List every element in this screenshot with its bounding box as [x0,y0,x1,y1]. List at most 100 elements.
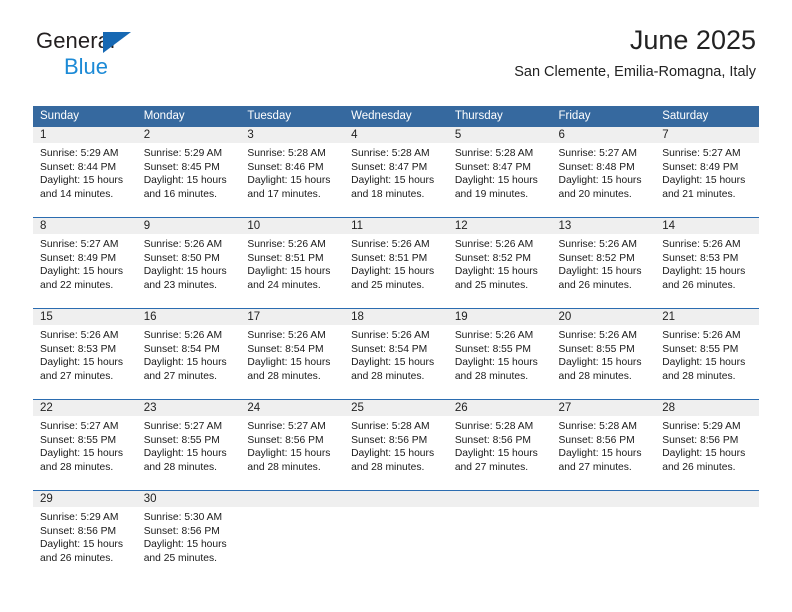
calendar-day-cell[interactable]: 9 Sunrise: 5:26 AM Sunset: 8:50 PM Daylight… [136,217,241,309]
calendar-empty-cell [344,490,448,581]
calendar-day-cell[interactable]: 8 Sunrise: 5:27 AM Sunset: 8:49 PM Daylight… [33,217,137,309]
sunset-text: Sunset: 8:47 PM [454,161,531,173]
day-details: Sunrise: 5:28 AM Sunset: 8:56 PM Daylight:… [552,416,656,474]
calendar-day-cell[interactable]: 7 Sunrise: 5:27 AM Sunset: 8:49 PM Daylight… [655,127,759,218]
day-details: Sunrise: 5:26 AM Sunset: 8:53 PM Daylight:… [655,234,759,292]
daylight-text: Daylight: 15 hours and 16 minutes. [143,175,227,200]
daylight-text: Daylight: 15 hours and 28 minutes. [351,357,435,382]
title-block: June 2025 San Clemente, Emilia-Romagna, … [514,26,756,81]
calendar-day-cell[interactable]: 22 Sunrise: 5:27 AM Sunset: 8:55 PM Dayligh… [33,399,137,491]
calendar-day-cell[interactable]: 28 Sunrise: 5:29 AM Sunset: 8:56 PM Dayligh… [655,399,759,491]
calendar-day-cell[interactable]: 24 Sunrise: 5:27 AM Sunset: 8:56 PM Dayligh… [240,399,345,491]
sunrise-text: Sunrise: 5:26 AM [40,330,119,341]
day-number: 20 [551,309,656,325]
calendar-day-cell[interactable]: 19 Sunrise: 5:26 AM Sunset: 8:55 PM Dayligh… [447,308,552,400]
day-number: 9 [136,218,241,234]
day-details: Sunrise: 5:26 AM Sunset: 8:55 PM Daylight:… [655,325,759,383]
sunset-text: Sunset: 8:55 PM [558,343,635,355]
calendar-day-cell[interactable]: 6 Sunrise: 5:27 AM Sunset: 8:48 PM Daylight… [551,127,656,218]
day-number: 29 [33,491,137,507]
calendar-day-cell[interactable]: 27 Sunrise: 5:28 AM Sunset: 8:56 PM Dayligh… [551,399,656,491]
day-number: 5 [447,127,552,143]
calendar-day-cell[interactable]: 5 Sunrise: 5:28 AM Sunset: 8:47 PM Daylight… [447,127,552,218]
sunrise-text: Sunrise: 5:26 AM [143,239,223,250]
day-details: Sunrise: 5:26 AM Sunset: 8:51 PM Daylight:… [344,234,448,292]
weekday-header-monday: Monday [136,106,241,127]
weekday-header-tuesday: Tuesday [240,106,345,127]
day-details: Sunrise: 5:27 AM Sunset: 8:56 PM Daylight:… [240,416,344,474]
calendar-day-cell[interactable]: 1 Sunrise: 5:29 AM Sunset: 8:44 PM Daylight… [33,127,137,218]
calendar-day-cell[interactable]: 21 Sunrise: 5:26 AM Sunset: 8:55 PM Dayligh… [655,308,759,400]
sunrise-text: Sunrise: 5:26 AM [454,330,534,341]
sunrise-text: Sunrise: 5:29 AM [40,148,119,159]
daylight-text: Daylight: 15 hours and 26 minutes. [558,266,642,291]
sunrise-text: Sunrise: 5:27 AM [143,421,223,432]
day-number: 6 [551,127,656,143]
daylight-text: Daylight: 15 hours and 26 minutes. [662,266,746,291]
sunset-text: Sunset: 8:54 PM [247,343,324,355]
daylight-text: Daylight: 15 hours and 25 minutes. [454,266,538,291]
daylight-text: Daylight: 15 hours and 27 minutes. [143,357,227,382]
day-details: Sunrise: 5:26 AM Sunset: 8:54 PM Daylight:… [240,325,344,383]
weekday-header-wednesday: Wednesday [344,106,448,127]
calendar-day-cell[interactable]: 11 Sunrise: 5:26 AM Sunset: 8:51 PM Dayligh… [344,217,448,309]
calendar-day-cell[interactable]: 29 Sunrise: 5:29 AM Sunset: 8:56 PM Dayligh… [33,490,137,581]
calendar-day-cell[interactable]: 3 Sunrise: 5:28 AM Sunset: 8:46 PM Daylight… [240,127,345,218]
daylight-text: Daylight: 15 hours and 14 minutes. [40,175,123,200]
day-number: 24 [240,400,345,416]
calendar-day-cell[interactable]: 23 Sunrise: 5:27 AM Sunset: 8:55 PM Dayligh… [136,399,241,491]
sunset-text: Sunset: 8:56 PM [143,525,220,537]
general-blue-logo[interactable]: General Blue [36,30,131,80]
day-number: 2 [136,127,241,143]
daylight-text: Daylight: 15 hours and 26 minutes. [662,448,746,473]
calendar-body: 1 Sunrise: 5:29 AM Sunset: 8:44 PM Daylight… [33,127,759,581]
weekday-header-sunday: Sunday [33,106,137,127]
calendar-day-cell[interactable]: 15 Sunrise: 5:26 AM Sunset: 8:53 PM Dayligh… [33,308,137,400]
sunset-text: Sunset: 8:44 PM [40,161,117,173]
calendar-day-cell[interactable]: 25 Sunrise: 5:28 AM Sunset: 8:56 PM Dayligh… [344,399,448,491]
calendar-day-cell[interactable]: 20 Sunrise: 5:26 AM Sunset: 8:55 PM Dayligh… [551,308,656,400]
daylight-text: Daylight: 15 hours and 28 minutes. [454,357,538,382]
sunrise-text: Sunrise: 5:27 AM [40,421,119,432]
page-header: General Blue June 2025 San Clemente, Emi… [0,0,792,81]
day-details: Sunrise: 5:26 AM Sunset: 8:54 PM Daylight:… [344,325,448,383]
day-details: Sunrise: 5:29 AM Sunset: 8:45 PM Daylight:… [137,143,241,201]
sunset-text: Sunset: 8:55 PM [143,434,220,446]
daylight-text: Daylight: 15 hours and 18 minutes. [351,175,435,200]
daylight-text: Daylight: 15 hours and 26 minutes. [40,539,123,564]
day-number [240,491,345,507]
sunset-text: Sunset: 8:49 PM [40,252,117,264]
sunrise-text: Sunrise: 5:26 AM [558,330,637,341]
calendar-day-cell[interactable]: 4 Sunrise: 5:28 AM Sunset: 8:47 PM Daylight… [344,127,448,218]
day-details: Sunrise: 5:28 AM Sunset: 8:47 PM Daylight:… [344,143,448,201]
logo-text-blue: Blue [64,54,109,79]
day-details: Sunrise: 5:26 AM Sunset: 8:51 PM Daylight:… [240,234,344,292]
sunrise-text: Sunrise: 5:28 AM [351,421,430,432]
calendar-day-cell[interactable]: 2 Sunrise: 5:29 AM Sunset: 8:45 PM Daylight… [136,127,241,218]
sunrise-text: Sunrise: 5:26 AM [454,239,534,250]
day-number: 30 [136,491,241,507]
sunrise-text: Sunrise: 5:26 AM [143,330,223,341]
sunset-text: Sunset: 8:45 PM [143,161,220,173]
sunset-text: Sunset: 8:53 PM [662,252,739,264]
calendar-day-cell[interactable]: 10 Sunrise: 5:26 AM Sunset: 8:51 PM Dayligh… [240,217,345,309]
calendar-day-cell[interactable]: 12 Sunrise: 5:26 AM Sunset: 8:52 PM Dayligh… [447,217,552,309]
daylight-text: Daylight: 15 hours and 28 minutes. [247,357,331,382]
calendar-day-cell[interactable]: 16 Sunrise: 5:26 AM Sunset: 8:54 PM Dayligh… [136,308,241,400]
day-details: Sunrise: 5:26 AM Sunset: 8:52 PM Daylight:… [552,234,656,292]
sunset-text: Sunset: 8:56 PM [662,434,739,446]
calendar-day-cell[interactable]: 13 Sunrise: 5:26 AM Sunset: 8:52 PM Dayligh… [551,217,656,309]
sunrise-text: Sunrise: 5:26 AM [662,239,741,250]
weekday-header-saturday: Saturday [655,106,759,127]
calendar-day-cell[interactable]: 26 Sunrise: 5:28 AM Sunset: 8:56 PM Dayligh… [447,399,552,491]
calendar-day-cell[interactable]: 14 Sunrise: 5:26 AM Sunset: 8:53 PM Dayligh… [655,217,759,309]
sunrise-text: Sunrise: 5:27 AM [558,148,637,159]
day-number: 1 [33,127,137,143]
logo-text-general-row: General [36,30,131,54]
calendar-day-cell[interactable]: 17 Sunrise: 5:26 AM Sunset: 8:54 PM Dayligh… [240,308,345,400]
calendar-day-cell[interactable]: 18 Sunrise: 5:26 AM Sunset: 8:54 PM Dayligh… [344,308,448,400]
day-details: Sunrise: 5:29 AM Sunset: 8:44 PM Daylight:… [33,143,137,201]
calendar-day-cell[interactable]: 30 Sunrise: 5:30 AM Sunset: 8:56 PM Dayligh… [136,490,241,581]
sunset-text: Sunset: 8:55 PM [40,434,117,446]
day-details: Sunrise: 5:26 AM Sunset: 8:53 PM Daylight:… [33,325,137,383]
